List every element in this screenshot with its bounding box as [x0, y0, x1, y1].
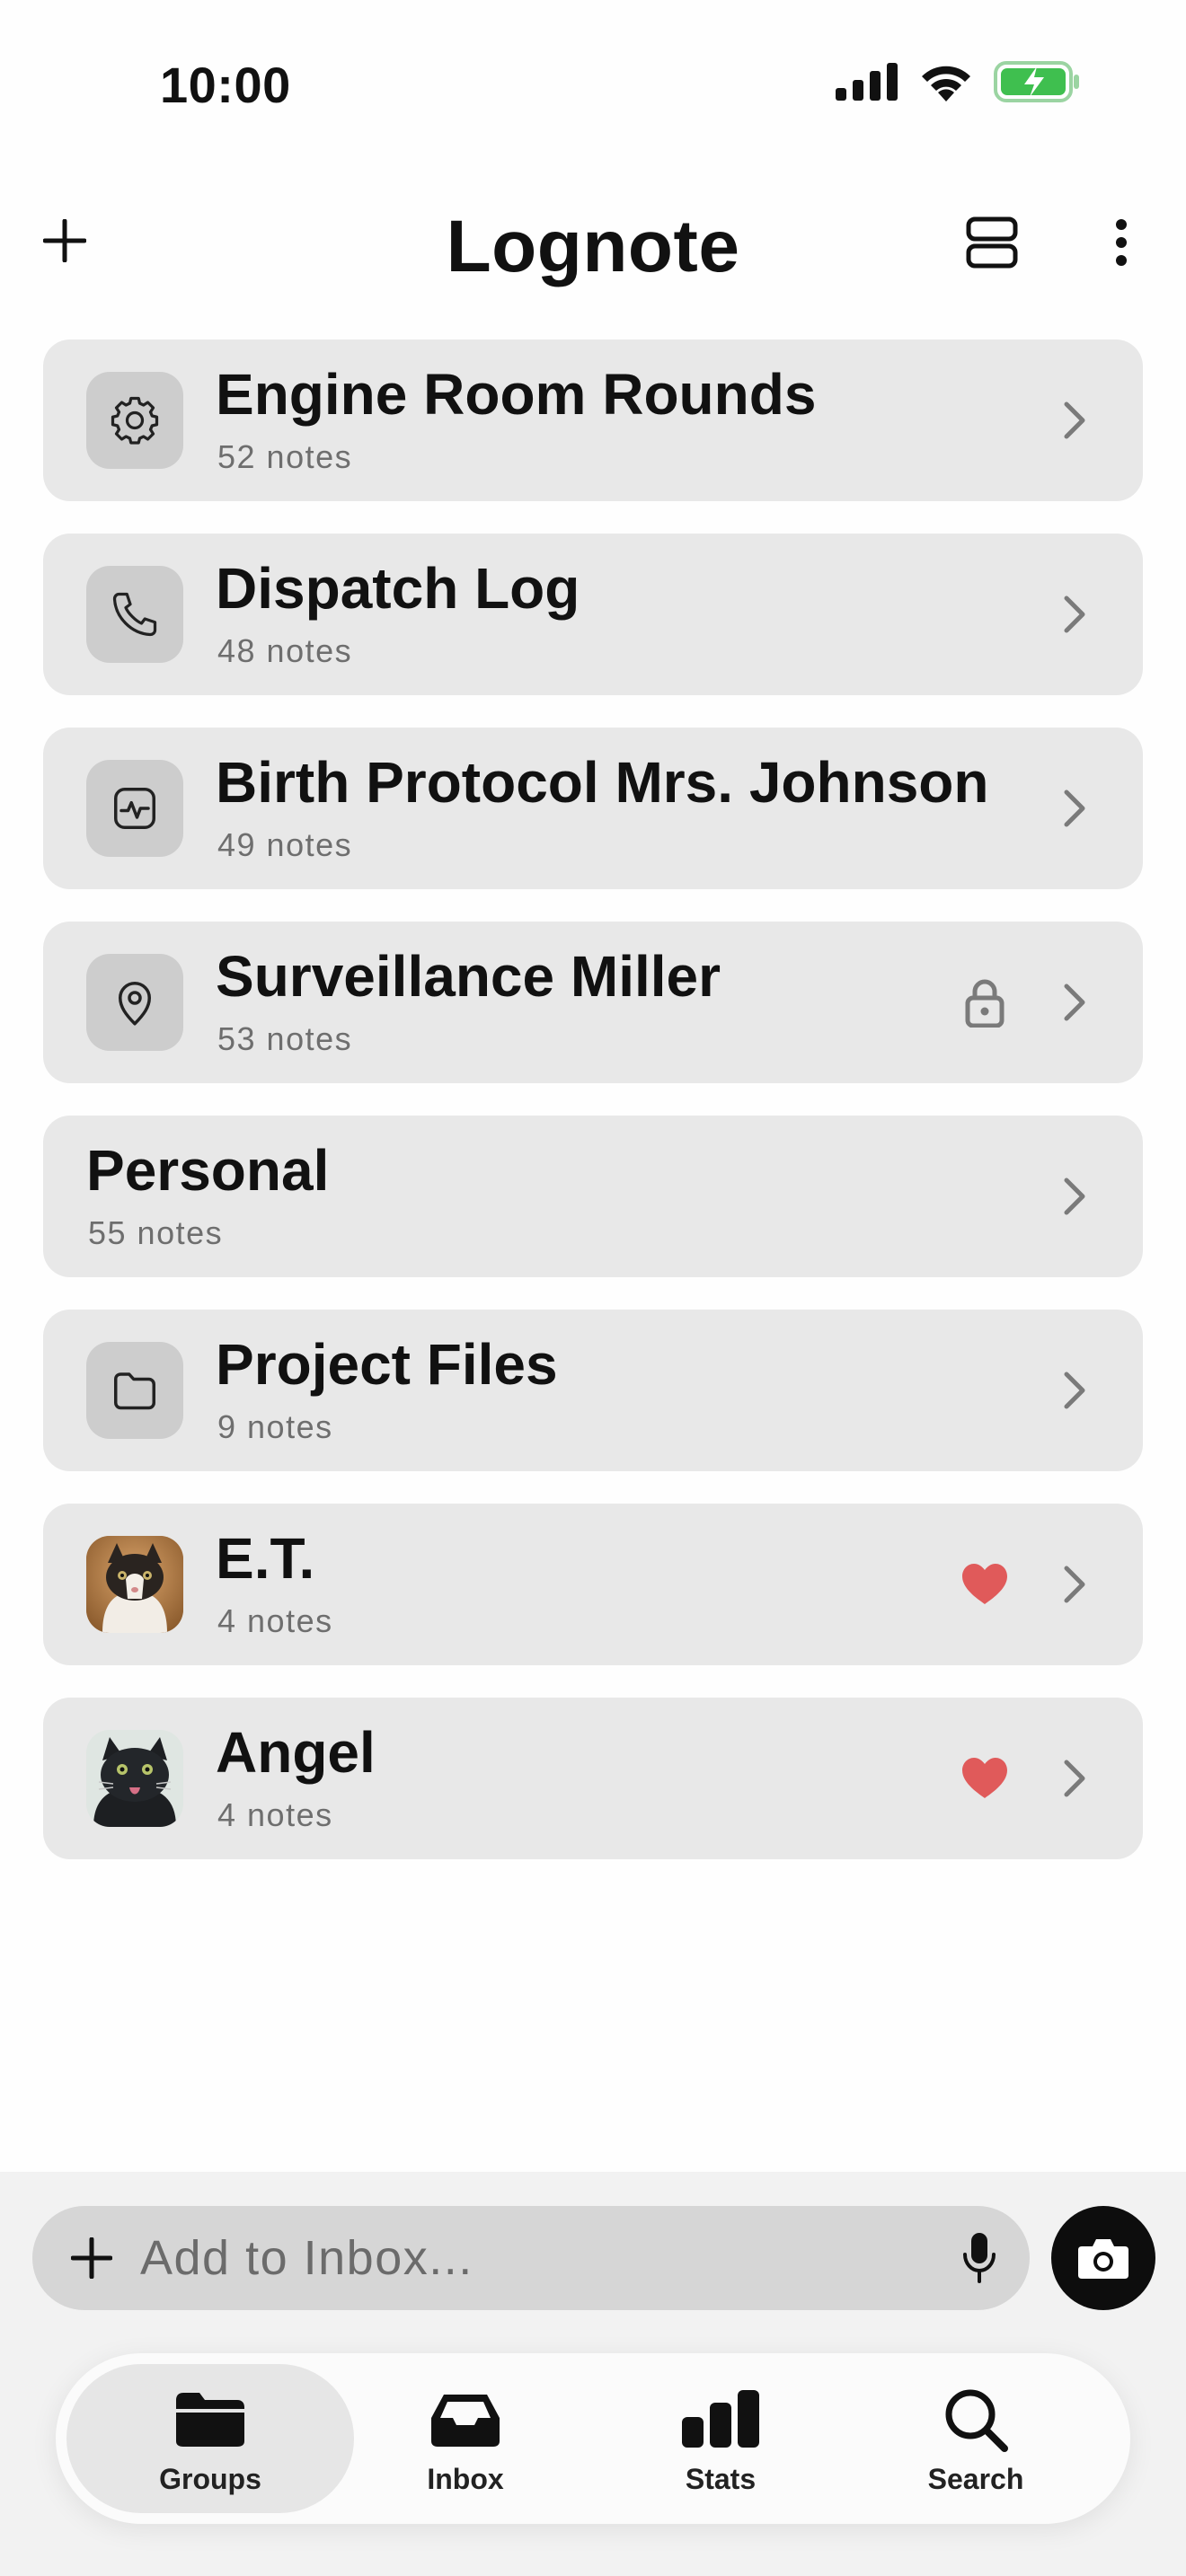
group-icon-container: [86, 1342, 183, 1439]
layout-toggle-button[interactable]: [956, 207, 1028, 278]
more-options-button[interactable]: [1094, 207, 1148, 278]
cat-photo-avatar: [86, 1730, 183, 1827]
group-note-count: 9 notes: [217, 1408, 333, 1445]
list-layout-icon: [966, 216, 1018, 269]
cellular-signal-icon: [836, 63, 898, 101]
chevron-right-icon: [1049, 977, 1100, 1028]
tab-groups[interactable]: Groups: [66, 2364, 354, 2513]
chevron-right-icon: [1049, 1171, 1100, 1222]
tab-bar: Groups Inbox Stats Search: [56, 2353, 1130, 2524]
status-icons: [836, 61, 1080, 102]
group-icon-container: [86, 954, 183, 1051]
chevron-right-icon: [1049, 1753, 1100, 1804]
tab-stats[interactable]: Stats: [577, 2364, 864, 2513]
phone-icon: [112, 592, 157, 637]
group-note-count: 53 notes: [217, 1020, 353, 1057]
camera-icon: [1078, 2239, 1128, 2279]
inbox-input-bar: [32, 2206, 1030, 2310]
group-card-dispatch-log[interactable]: Dispatch Log 48 notes: [43, 534, 1143, 695]
group-card-personal[interactable]: Personal 55 notes: [43, 1116, 1143, 1277]
status-bar: 10:00: [0, 0, 1186, 171]
lock-icon: [956, 974, 1013, 1031]
bottom-area: Groups Inbox Stats: [0, 2172, 1186, 2576]
chevron-right-icon: [1049, 1559, 1100, 1610]
group-title: Dispatch Log: [216, 556, 580, 621]
tab-label: Groups: [159, 2463, 261, 2495]
heart-icon: [956, 1556, 1013, 1613]
group-title: Birth Protocol Mrs. Johnson: [216, 750, 989, 815]
group-note-count: 52 notes: [217, 438, 353, 475]
tab-label: Inbox: [427, 2463, 504, 2495]
group-card-birth-protocol[interactable]: Birth Protocol Mrs. Johnson 49 notes: [43, 728, 1143, 889]
heart-icon: [956, 1750, 1013, 1807]
group-title: E.T.: [216, 1526, 315, 1591]
tab-label: Search: [927, 2463, 1024, 2495]
group-card-project-files[interactable]: Project Files 9 notes: [43, 1310, 1143, 1471]
tab-search[interactable]: Search: [832, 2364, 1120, 2513]
cat-photo-avatar: [86, 1536, 183, 1633]
navigation-bar: Lognote: [0, 189, 1186, 296]
camera-button[interactable]: [1051, 2206, 1155, 2310]
group-title: Personal: [86, 1138, 330, 1203]
group-card-engine-room-rounds[interactable]: Engine Room Rounds 52 notes: [43, 340, 1143, 501]
group-icon-container: [86, 760, 183, 857]
group-card-et[interactable]: E.T. 4 notes: [43, 1504, 1143, 1665]
tab-label: Stats: [685, 2463, 757, 2495]
location-pin-icon: [119, 982, 151, 1026]
group-title: Angel: [216, 1720, 376, 1785]
bar-chart-icon: [577, 2384, 864, 2456]
group-title: Project Files: [216, 1332, 558, 1397]
chevron-right-icon: [1049, 589, 1100, 640]
inbox-tray-icon: [322, 2384, 609, 2456]
group-icon-container: [86, 566, 183, 663]
group-note-count: 48 notes: [217, 632, 353, 669]
chevron-right-icon: [1049, 395, 1100, 446]
gear-icon: [111, 396, 159, 445]
tab-inbox[interactable]: Inbox: [322, 2364, 609, 2513]
group-note-count: 4 notes: [217, 1796, 333, 1833]
group-card-surveillance-miller[interactable]: Surveillance Miller 53 notes: [43, 922, 1143, 1083]
group-title: Engine Room Rounds: [216, 362, 817, 427]
chevron-right-icon: [1049, 783, 1100, 834]
microphone-button[interactable]: [947, 2226, 1012, 2290]
more-vertical-icon: [1116, 219, 1127, 266]
microphone-icon: [963, 2233, 996, 2283]
wifi-icon: [922, 66, 970, 101]
folder-icon: [114, 1372, 155, 1410]
group-list: Engine Room Rounds 52 notes Dispatch Log…: [43, 340, 1143, 1892]
group-icon-container: [86, 372, 183, 469]
group-title: Surveillance Miller: [216, 944, 721, 1009]
chevron-right-icon: [1049, 1365, 1100, 1416]
plus-icon: [71, 2237, 112, 2279]
add-to-inbox-input[interactable]: [140, 2228, 931, 2289]
battery-charging-icon: [994, 61, 1079, 102]
group-card-angel[interactable]: Angel 4 notes: [43, 1698, 1143, 1859]
group-note-count: 55 notes: [88, 1214, 224, 1251]
group-note-count: 49 notes: [217, 826, 353, 863]
status-time: 10:00: [160, 57, 291, 113]
folder-icon: [66, 2384, 354, 2456]
heart-monitor-icon: [114, 788, 155, 829]
group-note-count: 4 notes: [217, 1602, 333, 1639]
search-icon: [832, 2384, 1120, 2456]
add-attachment-button[interactable]: [59, 2226, 124, 2290]
